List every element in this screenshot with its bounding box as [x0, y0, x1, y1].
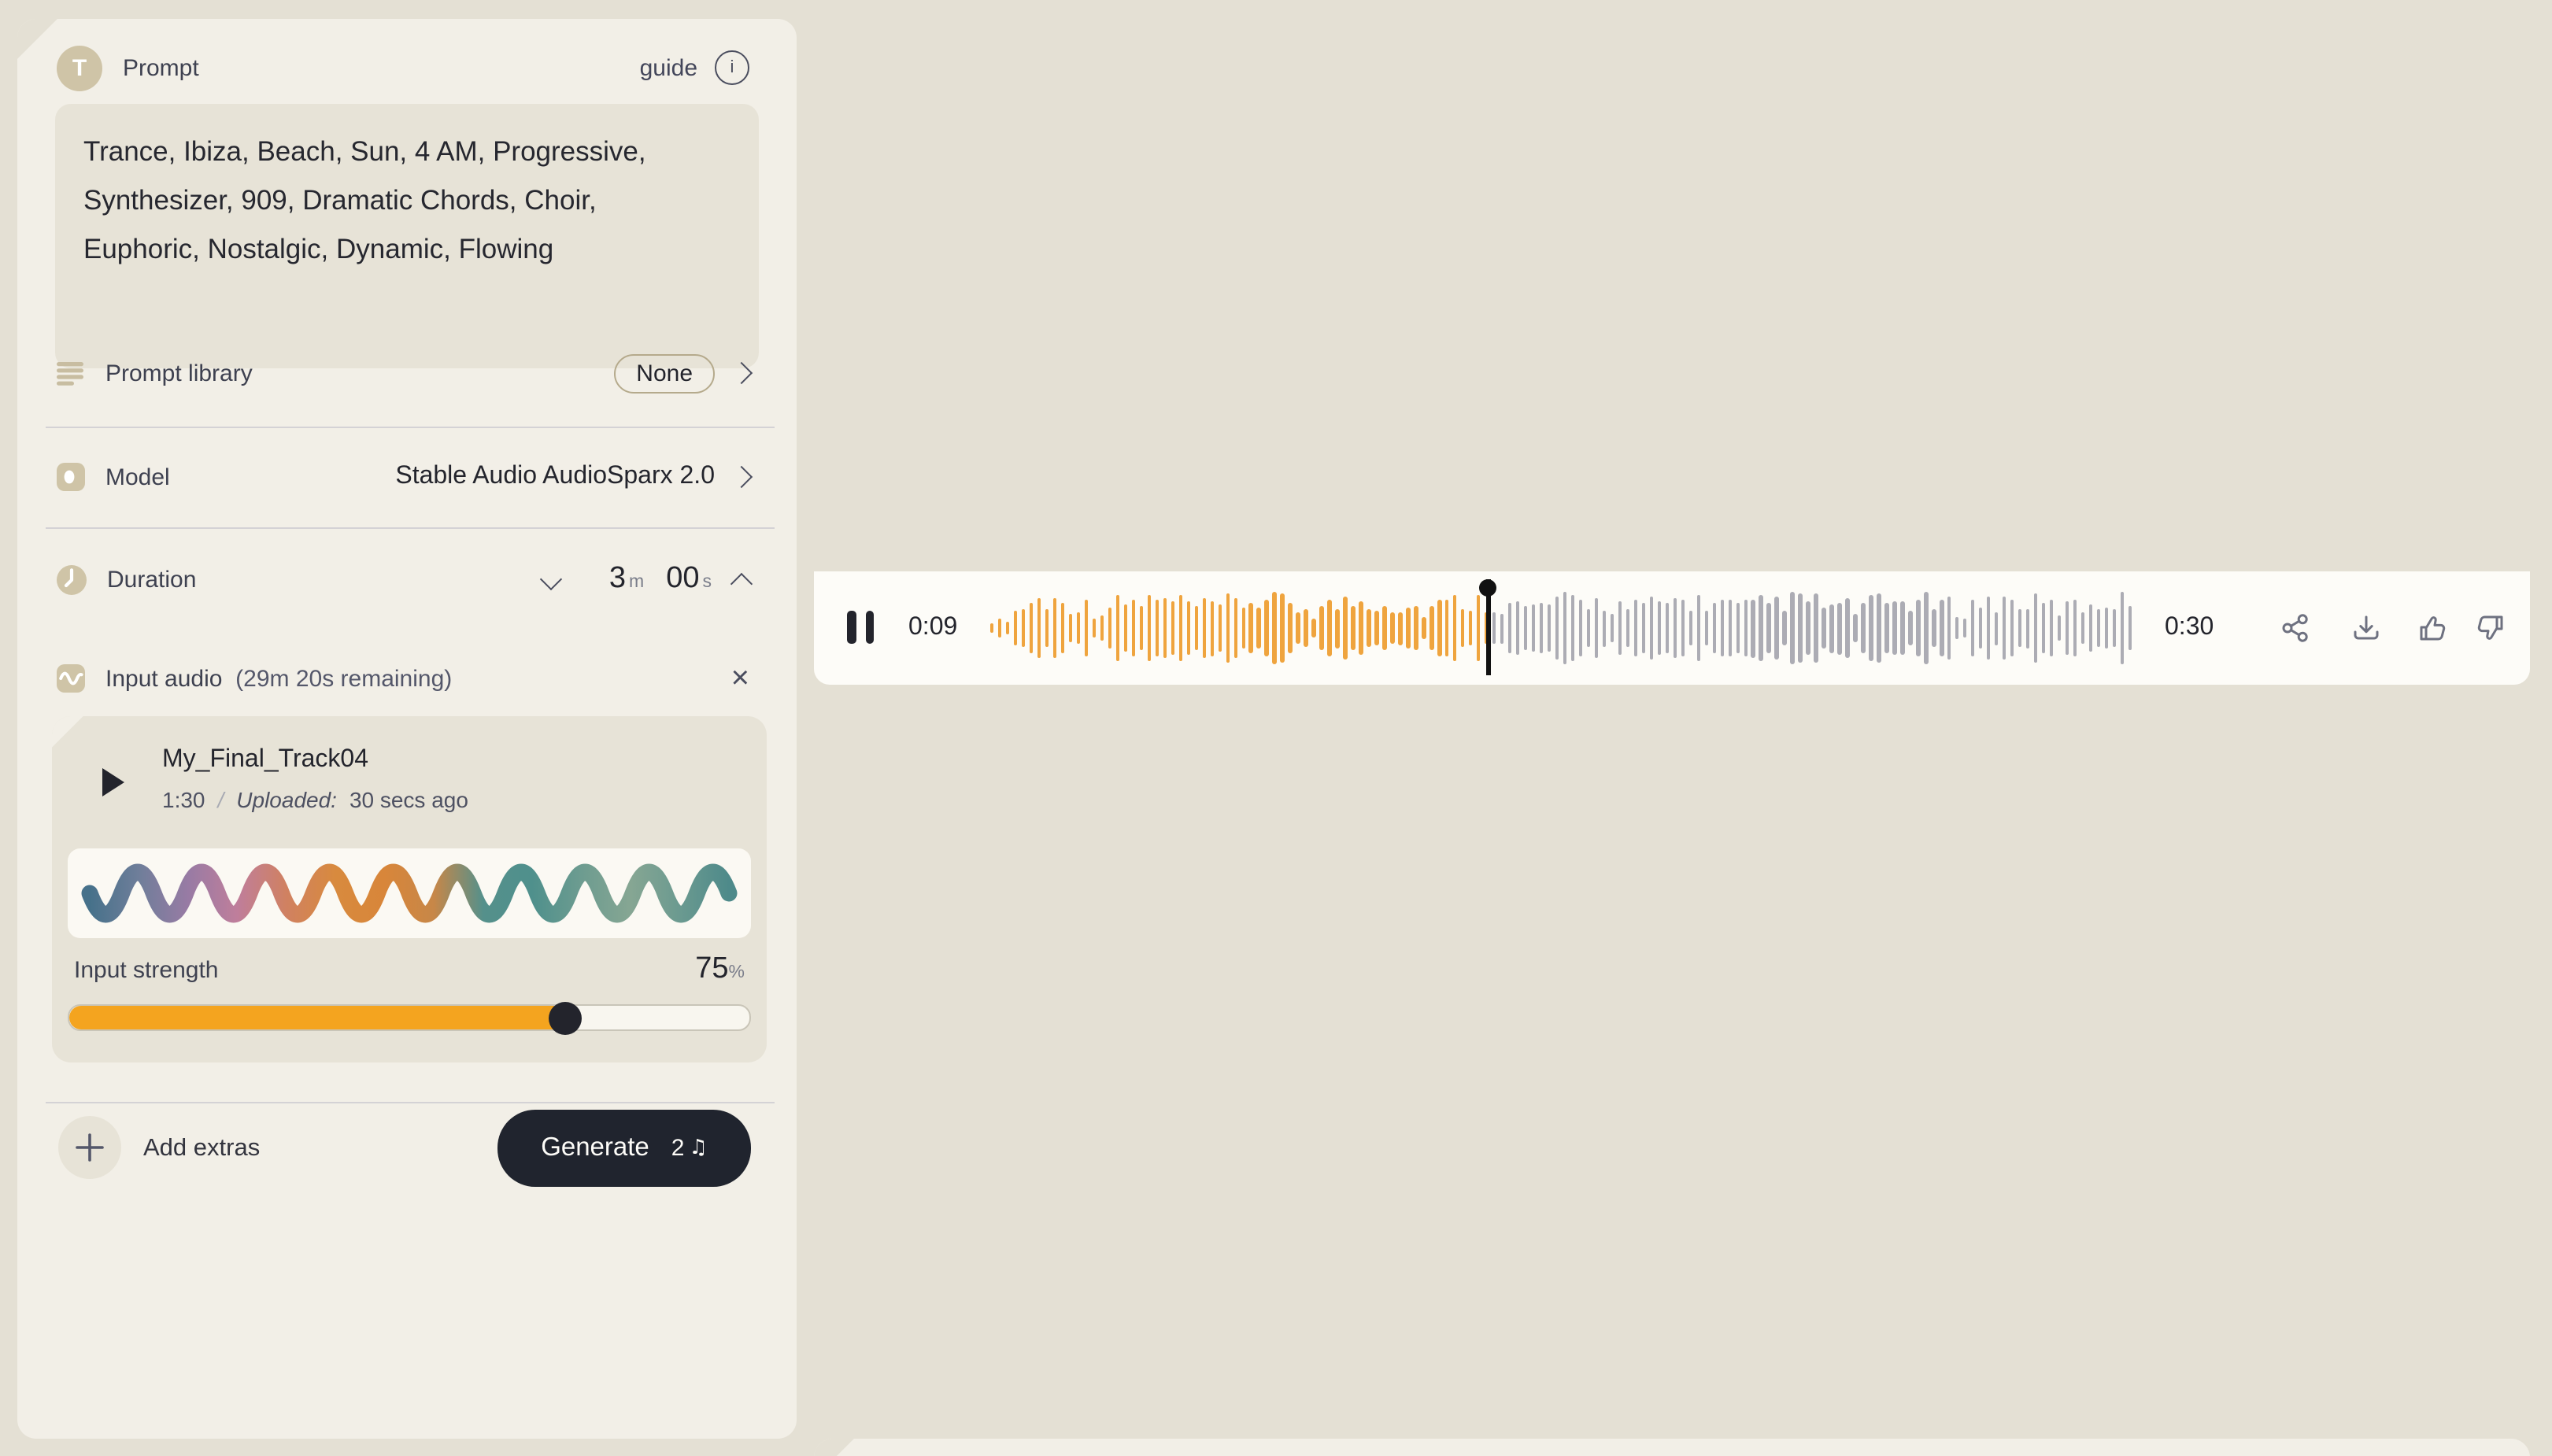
input-audio-label: Input audio (29m 20s remaining): [105, 665, 452, 692]
input-file-duration: 1:30: [162, 787, 205, 812]
prompt-library-label: Prompt library: [105, 360, 253, 386]
info-icon[interactable]: i: [715, 50, 749, 85]
thumbs-down-icon[interactable]: [2475, 612, 2506, 644]
uploaded-value: 30 secs ago: [350, 787, 468, 812]
prompt-library-row[interactable]: Prompt library None: [57, 348, 749, 398]
prompt-input[interactable]: Trance, Ibiza, Beach, Sun, 4 AM, Progres…: [55, 104, 759, 368]
duration-seconds[interactable]: 00: [666, 562, 699, 595]
input-audio-card: My_Final_Track04 1:30 / Uploaded: 30 sec…: [52, 716, 767, 1062]
prompt-library-value[interactable]: None: [614, 353, 715, 393]
duration-minutes[interactable]: 3: [609, 562, 626, 595]
add-extras-button[interactable]: [58, 1116, 121, 1179]
duration-increase-chevron[interactable]: [730, 573, 753, 595]
download-icon[interactable]: [2350, 612, 2382, 644]
elapsed-time: 0:09: [908, 614, 957, 642]
generate-button[interactable]: Generate 2 ♫: [497, 1110, 751, 1187]
input-file-meta: 1:30 / Uploaded: 30 secs ago: [162, 787, 468, 812]
player-waveform[interactable]: [990, 587, 2144, 669]
duration-decrease-chevron[interactable]: [540, 568, 562, 590]
prompt-label: Prompt: [123, 54, 199, 81]
add-extras-label: Add extras: [143, 1135, 260, 1163]
prompt-icon: T: [57, 45, 102, 91]
model-label: Model: [105, 464, 170, 490]
divider: [46, 527, 775, 529]
prompt-library-icon: [57, 361, 85, 385]
prompt-text: Trance, Ibiza, Beach, Sun, 4 AM, Progres…: [83, 127, 710, 274]
input-strength-value: 75: [695, 952, 728, 985]
duration-clock-icon: [57, 564, 87, 594]
music-note-icon: ♫: [689, 1136, 707, 1160]
input-audio-icon: [57, 664, 85, 693]
input-file-name: My_Final_Track04: [162, 746, 368, 774]
input-audio-header-row: Input audio (29m 20s remaining) ×: [57, 655, 749, 702]
close-icon[interactable]: ×: [731, 666, 749, 691]
share-icon[interactable]: [2280, 612, 2311, 644]
input-strength-slider[interactable]: [68, 1004, 751, 1031]
slider-knob[interactable]: [549, 1001, 583, 1034]
chevron-right-icon: [730, 466, 753, 488]
input-strength-row: Input strength 75%: [74, 952, 745, 987]
generate-credits: 2: [671, 1135, 685, 1162]
divider: [46, 427, 775, 428]
play-input-audio-button[interactable]: [102, 768, 124, 796]
app: T Prompt guide i Trance, Ibiza, Beach, S…: [0, 0, 2552, 1456]
uploaded-label: Uploaded:: [236, 787, 337, 812]
model-row[interactable]: Model Stable Audio AudioSparx 2.0: [57, 450, 749, 504]
divider: [46, 1102, 775, 1103]
model-icon: [57, 463, 85, 491]
total-time: 0:30: [2165, 614, 2214, 642]
duration-minutes-unit: m: [629, 573, 644, 592]
chevron-right-icon: [730, 362, 753, 384]
generate-label: Generate: [541, 1133, 649, 1163]
duration-seconds-unit: s: [703, 573, 712, 592]
input-strength-label: Input strength: [74, 957, 218, 984]
playhead[interactable]: [1486, 579, 1490, 675]
duration-label: Duration: [107, 566, 196, 593]
now-playing-panel: Atmospheres, Orchestral Drone, Bass Sc..…: [814, 1439, 2530, 1456]
slider-fill: [69, 1006, 566, 1029]
pause-button[interactable]: [847, 611, 874, 644]
model-value: Stable Audio AudioSparx 2.0: [395, 463, 715, 491]
guide-link[interactable]: guide: [640, 54, 697, 81]
prompt-header-row: T Prompt guide i: [57, 44, 749, 91]
input-strength-unit: %: [729, 963, 745, 982]
generation-sidebar: T Prompt guide i Trance, Ibiza, Beach, S…: [17, 19, 797, 1439]
thumbs-up-icon[interactable]: [2417, 612, 2448, 644]
player-bar: 0:09 0:30: [814, 571, 2530, 685]
input-audio-waveform: [68, 848, 751, 938]
duration-row: Duration 3m 00s: [57, 551, 749, 608]
